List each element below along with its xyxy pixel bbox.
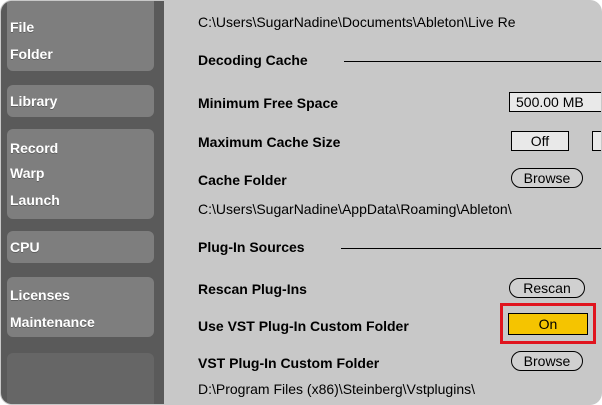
cache-folder-label: Cache Folder	[198, 172, 287, 188]
sidebar-item-library[interactable]: Library	[10, 93, 57, 109]
sidebar-item-warp[interactable]: Warp	[10, 165, 44, 181]
section-title-plugin-sources: Plug-In Sources	[198, 239, 305, 255]
use-vst-custom-folder-label: Use VST Plug-In Custom Folder	[198, 318, 409, 334]
sidebar-item-launch[interactable]: Launch	[10, 192, 60, 208]
sidebar-group-empty	[7, 353, 154, 404]
use-vst-custom-folder-toggle[interactable]: On	[508, 313, 588, 335]
section-title-decoding-cache: Decoding Cache	[198, 52, 308, 68]
cache-folder-browse-button[interactable]: Browse	[511, 168, 583, 188]
max-cache-size-label: Maximum Cache Size	[198, 134, 341, 150]
section-divider	[341, 248, 601, 249]
sidebar-item-record[interactable]: Record	[10, 140, 58, 156]
section-divider	[344, 61, 601, 62]
max-cache-size-field[interactable]	[592, 131, 601, 151]
vst-custom-folder-path: D:\Program Files (x86)\Steinberg\Vstplug…	[198, 381, 475, 397]
max-cache-size-off-button[interactable]: Off	[511, 131, 569, 151]
sidebar-item-maintenance[interactable]: Maintenance	[10, 314, 95, 330]
vst-custom-folder-browse-button[interactable]: Browse	[511, 351, 583, 371]
rescan-plugins-label: Rescan Plug-Ins	[198, 281, 307, 297]
min-free-space-field[interactable]: 500.00 MB	[509, 92, 601, 112]
sidebar-item-file[interactable]: File	[10, 19, 34, 35]
preferences-panel: C:\Users\SugarNadine\Documents\Ableton\L…	[164, 1, 601, 404]
cache-folder-path: C:\Users\SugarNadine\AppData\Roaming\Abl…	[198, 201, 512, 217]
vst-custom-folder-label: VST Plug-In Custom Folder	[198, 355, 380, 371]
sidebar-item-licenses[interactable]: Licenses	[10, 287, 70, 303]
preferences-sidebar: File Folder Library Record Warp Launch C…	[1, 1, 164, 404]
preferences-window: File Folder Library Record Warp Launch C…	[0, 0, 602, 405]
rescan-button[interactable]: Rescan	[509, 278, 585, 298]
min-free-space-label: Minimum Free Space	[198, 95, 339, 111]
sidebar-item-cpu[interactable]: CPU	[10, 239, 40, 255]
top-folder-path: C:\Users\SugarNadine\Documents\Ableton\L…	[198, 14, 516, 30]
sidebar-item-folder[interactable]: Folder	[10, 46, 53, 62]
